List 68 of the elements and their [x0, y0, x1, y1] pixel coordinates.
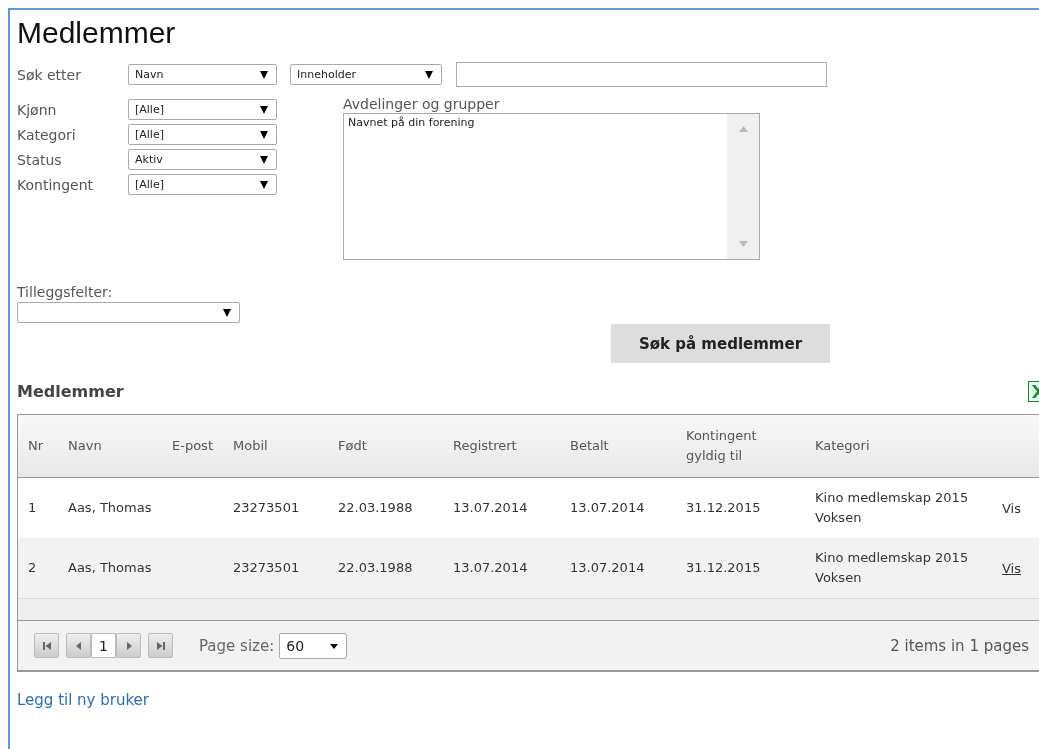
table-cell-text: 13.07.2014	[570, 499, 646, 517]
pager-button[interactable]	[66, 633, 91, 658]
table-cell-text: 13.07.2014	[453, 559, 529, 577]
pager-button[interactable]	[34, 633, 59, 658]
caret-icon	[260, 180, 268, 189]
column-header[interactable]: Navn	[68, 436, 172, 456]
results-heading: Medlemmer	[17, 382, 124, 401]
page-size-select[interactable]: 60	[279, 632, 348, 659]
groups-label: Avdelinger og grupper	[343, 95, 501, 113]
search-label: Søk etter	[17, 65, 82, 85]
scroll-up-icon	[738, 126, 748, 132]
page-number[interactable]: 1	[91, 633, 116, 658]
table-cell-text: Aas, Thomas	[68, 559, 153, 577]
filter-select[interactable]: [Alle]	[128, 124, 277, 145]
table-cell-text: 23273501	[233, 559, 301, 577]
view-link[interactable]: Vis	[1002, 560, 1039, 576]
field-select[interactable]: Navn	[128, 64, 277, 85]
column-header[interactable]: Mobil	[233, 436, 338, 456]
filter-label: Status	[17, 150, 63, 170]
search-button[interactable]: Søk på medlemmer	[611, 324, 830, 363]
caret-icon	[260, 130, 268, 139]
column-header[interactable]: Kategori	[815, 436, 1002, 456]
table-cell-text: Kino medlemskap 2015 Voksen	[815, 489, 970, 527]
filter-label: Kategori	[17, 125, 77, 145]
table-cell-text: 2	[28, 559, 38, 577]
table-cell-text: 13.07.2014	[570, 559, 646, 577]
pager-button[interactable]	[148, 633, 173, 658]
pager-arrow-icon	[41, 640, 52, 651]
pager-arrow-icon	[155, 640, 166, 651]
add-user-link[interactable]: Legg til ny bruker	[17, 691, 149, 709]
filter-select[interactable]: [Alle]	[128, 174, 277, 195]
table-cell-text: Kino medlemskap 2015 Voksen	[815, 549, 970, 587]
filter-label: Kontingent	[17, 175, 95, 195]
column-header[interactable]: E-post	[172, 436, 233, 456]
table-cell-text: Aas, Thomas	[68, 499, 153, 517]
extra-fields-select[interactable]	[17, 302, 240, 323]
list-item[interactable]: Navnet på din forening	[348, 116, 723, 129]
table-cell-text: 31.12.2015	[686, 499, 762, 517]
caret-icon	[260, 105, 268, 114]
caret-icon	[425, 70, 433, 79]
table-cell-text: 13.07.2014	[453, 499, 529, 517]
scroll-down-icon	[738, 241, 748, 247]
table-cell-text: 31.12.2015	[686, 559, 762, 577]
groups-listbox[interactable]: Navnet på din forening	[343, 113, 760, 260]
caret-icon	[223, 308, 231, 317]
filter-select[interactable]: Aktiv	[128, 149, 277, 170]
search-field[interactable]	[456, 62, 827, 87]
pager-summary: 2 items in 1 pages	[890, 636, 1029, 655]
filter-label: Kjønn	[17, 100, 58, 120]
operator-select[interactable]: Inneholder	[290, 64, 442, 85]
column-header[interactable]: Registrert	[453, 436, 570, 456]
column-header[interactable]: Kontingent gyldig til	[686, 426, 815, 466]
filter-select[interactable]: [Alle]	[128, 99, 277, 120]
table-cell-text: 22.03.1988	[338, 499, 414, 517]
table-cell-text: 1	[28, 499, 38, 517]
extra-fields-label: Tilleggsfelter:	[17, 283, 114, 302]
column-header[interactable]: Nr	[28, 436, 68, 456]
page-size-label: Page size:	[199, 636, 275, 655]
caret-icon	[330, 641, 339, 650]
caret-icon	[260, 155, 268, 164]
table-cell-text: 23273501	[233, 499, 301, 517]
pager-button[interactable]	[116, 633, 141, 658]
column-header[interactable]: Født	[338, 436, 453, 456]
column-header[interactable]: Betalt	[570, 436, 686, 456]
page-title: Medlemmer	[17, 16, 177, 50]
caret-icon	[260, 70, 268, 79]
view-link[interactable]: Vis	[1002, 500, 1039, 516]
table-cell-text: 22.03.1988	[338, 559, 414, 577]
